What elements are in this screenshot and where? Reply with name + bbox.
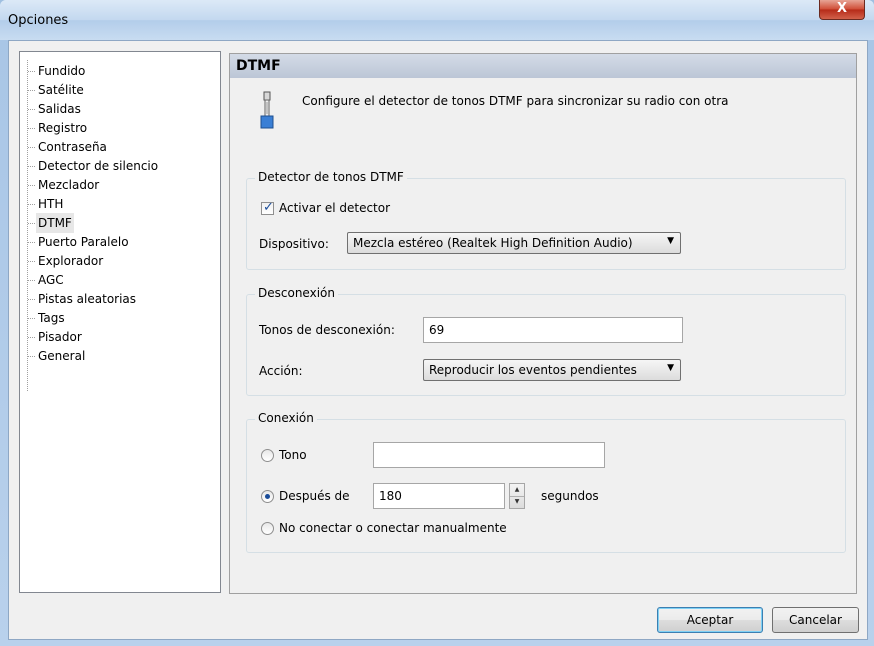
tree-connector	[28, 318, 35, 319]
after-radio[interactable]	[261, 490, 274, 503]
after-seconds-value: 180	[379, 489, 402, 503]
tree-connector	[28, 337, 35, 338]
radio-selected-icon	[265, 494, 270, 499]
tree-item-hth[interactable]: HTH	[36, 194, 65, 214]
chevron-down-icon: ▼	[667, 363, 674, 373]
tree-connector	[28, 204, 35, 205]
tree-connector	[28, 242, 35, 243]
tree-item-contrasena[interactable]: Contraseña	[36, 137, 109, 157]
tree-item-dtmf[interactable]: DTMF	[36, 213, 74, 233]
tree-item-satelite[interactable]: Satélite	[36, 80, 86, 100]
tone-input[interactable]	[373, 442, 605, 468]
panel-title: DTMF	[230, 54, 856, 78]
enable-detector-label[interactable]: Activar el detector	[279, 201, 390, 215]
after-radio-label[interactable]: Después de	[279, 489, 350, 503]
close-icon: X	[836, 1, 848, 16]
disconnect-tones-label: Tonos de desconexión:	[259, 323, 395, 337]
detector-group-legend: Detector de tonos DTMF	[255, 170, 407, 184]
tree-connector	[28, 109, 35, 110]
connect-group: Conexión Tono Después de 180 ▲ ▼ segundo…	[246, 411, 846, 553]
disconnect-group: Desconexión Tonos de desconexión: 69 Acc…	[246, 286, 846, 396]
tone-radio-label[interactable]: Tono	[279, 448, 307, 462]
tree-item-detector-de-silencio[interactable]: Detector de silencio	[36, 156, 160, 176]
tree-item-general[interactable]: General	[36, 346, 87, 366]
tree-connector	[28, 166, 35, 167]
tree-item-agc[interactable]: AGC	[36, 270, 66, 290]
device-label: Dispositivo:	[259, 237, 329, 251]
tree-item-tags[interactable]: Tags	[36, 308, 67, 328]
cancel-button[interactable]: Cancelar	[772, 607, 859, 633]
close-button[interactable]: X	[819, 0, 865, 20]
tree-connector	[28, 185, 35, 186]
tree-connector	[28, 299, 35, 300]
disconnect-tones-value: 69	[429, 323, 445, 337]
tree-connector	[28, 90, 35, 91]
connector-plug-icon	[260, 91, 274, 129]
seconds-unit-label: segundos	[541, 489, 599, 503]
tree-item-mezclador[interactable]: Mezclador	[36, 175, 101, 195]
tree-item-puerto-paralelo[interactable]: Puerto Paralelo	[36, 232, 131, 252]
tree-item-explorador[interactable]: Explorador	[36, 251, 105, 271]
device-select[interactable]: Mezcla estéreo (Realtek High Definition …	[347, 232, 681, 254]
action-select-value: Reproducir los eventos pendientes	[429, 363, 637, 377]
panel-description: Configure el detector de tonos DTMF para…	[302, 94, 729, 108]
connect-group-legend: Conexión	[255, 411, 317, 425]
action-select[interactable]: Reproducir los eventos pendientes ▼	[423, 359, 681, 381]
dtmf-settings-panel: DTMF Configure el detector de tonos DTMF…	[229, 53, 857, 594]
tree-item-salidas[interactable]: Salidas	[36, 99, 83, 119]
tree-item-pisador[interactable]: Pisador	[36, 327, 84, 347]
tree-connector	[28, 71, 35, 72]
seconds-spinner[interactable]: ▲ ▼	[509, 483, 525, 509]
tree-connector	[28, 261, 35, 262]
tree-item-fundido[interactable]: Fundido	[36, 61, 87, 81]
manual-radio[interactable]	[261, 522, 274, 535]
options-window: Opciones X Fundido Satélite Salidas Regi…	[0, 0, 874, 646]
action-label: Acción:	[259, 364, 303, 378]
enable-detector-checkbox[interactable]: ✓	[261, 200, 274, 215]
checkmark-icon: ✓	[263, 200, 274, 215]
tone-radio[interactable]	[261, 449, 274, 462]
tree-connector	[28, 356, 35, 357]
tree-item-registro[interactable]: Registro	[36, 118, 89, 138]
after-seconds-input[interactable]: 180	[373, 483, 505, 509]
tree-connector	[28, 223, 35, 224]
manual-radio-label[interactable]: No conectar o conectar manualmente	[279, 521, 507, 535]
accept-button[interactable]: Aceptar	[657, 607, 763, 633]
spin-down-icon[interactable]: ▼	[510, 496, 524, 508]
title-bar[interactable]: Opciones X	[0, 0, 874, 40]
category-tree[interactable]: Fundido Satélite Salidas Registro Contra…	[19, 51, 221, 593]
device-select-value: Mezcla estéreo (Realtek High Definition …	[353, 236, 633, 250]
tree-connector	[28, 128, 35, 129]
tree-item-pistas-aleatorias[interactable]: Pistas aleatorias	[36, 289, 138, 309]
window-title: Opciones	[8, 13, 69, 28]
disconnect-group-legend: Desconexión	[255, 286, 338, 300]
tree-connector	[28, 147, 35, 148]
tree-connector	[28, 280, 35, 281]
disconnect-tones-input[interactable]: 69	[423, 317, 683, 343]
detector-group: Detector de tonos DTMF ✓ Activar el dete…	[246, 170, 846, 270]
dialog-client-area: Fundido Satélite Salidas Registro Contra…	[8, 40, 868, 640]
chevron-down-icon: ▼	[667, 236, 674, 246]
